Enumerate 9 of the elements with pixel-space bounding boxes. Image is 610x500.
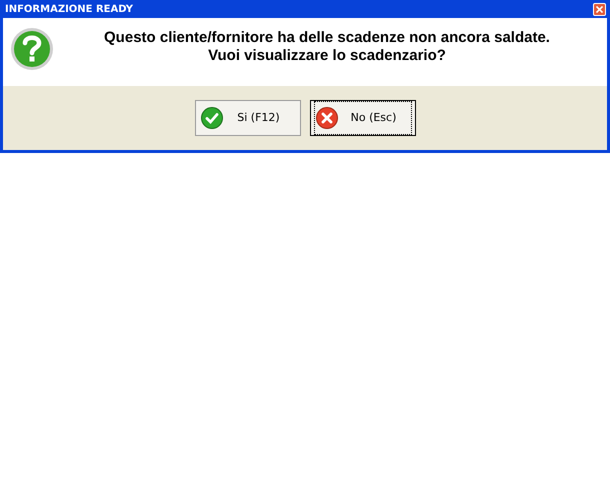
message-text: Questo cliente/fornitore ha delle scadenze non ancora saldate. Vuoi visualizzare lo scadenzario? [103,28,551,65]
question-icon [10,27,54,71]
check-icon [200,107,222,129]
cross-icon [316,107,338,129]
close-icon [596,6,603,12]
close-button[interactable] [593,2,606,16]
dialog-button[interactable]: No (Esc) [310,100,416,136]
dialog-button[interactable]: Si (F12) [194,100,300,136]
window-title: INFORMAZIONE READY [4,2,134,16]
